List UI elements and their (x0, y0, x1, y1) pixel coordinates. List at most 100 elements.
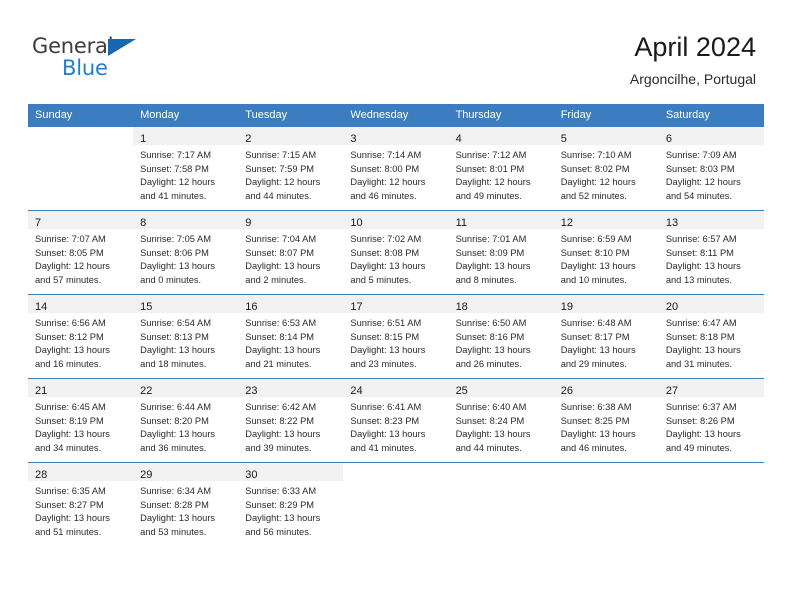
calendar-day-cell[interactable]: 3 Sunrise: 7:14 AM Sunset: 8:00 PM Daylight… (343, 126, 449, 211)
day-detail-line: Daylight: 13 hours (140, 345, 216, 355)
calendar-day-cell[interactable]: 12 Sunrise: 6:59 AM Sunset: 8:10 PM Dayligh… (553, 210, 659, 295)
day-number-band: 3 (343, 127, 449, 145)
day-cell-inner: 21 Sunrise: 6:45 AM Sunset: 8:19 PM Dayligh… (28, 379, 134, 462)
day-cell-inner (658, 463, 764, 546)
calendar-day-cell[interactable]: 9 Sunrise: 7:04 AM Sunset: 8:07 PM Daylight… (238, 210, 344, 295)
day-detail-line: and 31 minutes. (665, 358, 732, 369)
day-number-band: 25 (448, 379, 554, 397)
day-number: 8 (140, 217, 147, 229)
day-cell-inner (28, 127, 134, 210)
day-detail-line: Daylight: 12 hours (245, 177, 321, 187)
calendar-week-row: 28 Sunrise: 6:35 AM Sunset: 8:27 PM Dayligh… (28, 462, 764, 546)
day-cell-details: Sunrise: 7:02 AM Sunset: 8:08 PM Daylight:… (343, 229, 448, 287)
day-cell-details: Sunrise: 6:47 AM Sunset: 8:18 PM Daylight:… (659, 313, 764, 371)
day-cell-details: Sunrise: 7:07 AM Sunset: 8:05 PM Daylight:… (28, 229, 133, 287)
day-detail-line: Sunrise: 6:53 AM (245, 318, 317, 328)
calendar-day-cell[interactable]: 19 Sunrise: 6:48 AM Sunset: 8:17 PM Dayligh… (553, 294, 659, 379)
calendar-day-cell[interactable]: 25 Sunrise: 6:40 AM Sunset: 8:24 PM Dayligh… (448, 378, 554, 463)
page-title: April 2024 (634, 32, 756, 62)
day-detail-line: Sunset: 7:59 PM (245, 163, 315, 174)
day-detail-line: and 16 minutes. (35, 358, 102, 369)
calendar-day-cell[interactable]: 4 Sunrise: 7:12 AM Sunset: 8:01 PM Daylight… (448, 126, 554, 211)
calendar-day-cell[interactable]: 22 Sunrise: 6:44 AM Sunset: 8:20 PM Dayligh… (133, 378, 239, 463)
calendar-day-cell[interactable]: 6 Sunrise: 7:09 AM Sunset: 8:03 PM Daylight… (658, 126, 764, 211)
day-detail-line: and 44 minutes. (455, 442, 522, 453)
day-cell-inner: 4 Sunrise: 7:12 AM Sunset: 8:01 PM Daylight… (448, 127, 554, 210)
day-number-band (554, 463, 659, 481)
day-cell-inner: 12 Sunrise: 6:59 AM Sunset: 8:10 PM Dayligh… (553, 211, 659, 294)
day-cell-details: Sunrise: 7:14 AM Sunset: 8:00 PM Daylight:… (343, 145, 448, 203)
day-detail-line: and 54 minutes. (665, 190, 732, 201)
day-number: 2 (245, 133, 252, 145)
calendar-week-row: 7 Sunrise: 7:07 AM Sunset: 8:05 PM Daylight… (28, 210, 764, 295)
day-number: 1 (140, 133, 147, 145)
calendar-day-cell[interactable]: 11 Sunrise: 7:01 AM Sunset: 8:09 PM Dayligh… (448, 210, 554, 295)
day-cell-inner: 5 Sunrise: 7:10 AM Sunset: 8:02 PM Daylight… (553, 127, 659, 210)
day-detail-line: and 13 minutes. (665, 274, 732, 285)
day-cell-details: Sunrise: 6:57 AM Sunset: 8:11 PM Daylight:… (659, 229, 764, 287)
day-cell-details: Sunrise: 6:53 AM Sunset: 8:14 PM Daylight:… (238, 313, 343, 371)
day-detail-line: Sunrise: 7:09 AM (665, 150, 737, 160)
calendar-day-cell[interactable]: 7 Sunrise: 7:07 AM Sunset: 8:05 PM Daylight… (28, 210, 134, 295)
day-detail-line: and 53 minutes. (140, 526, 207, 537)
calendar-week-row: 14 Sunrise: 6:56 AM Sunset: 8:12 PM Dayligh… (28, 294, 764, 379)
day-cell-inner: 25 Sunrise: 6:40 AM Sunset: 8:24 PM Dayligh… (448, 379, 554, 462)
weekday-header-wednesday: Wednesday (343, 104, 449, 127)
day-detail-line: Sunset: 8:13 PM (140, 331, 209, 342)
day-number: 20 (665, 301, 679, 313)
calendar-day-cell[interactable]: 29 Sunrise: 6:34 AM Sunset: 8:28 PM Dayligh… (133, 462, 239, 546)
weekday-header-friday: Friday (553, 104, 659, 127)
calendar-day-cell[interactable]: 5 Sunrise: 7:10 AM Sunset: 8:02 PM Daylight… (553, 126, 659, 211)
day-cell-details: Sunrise: 7:05 AM Sunset: 8:06 PM Daylight:… (133, 229, 238, 287)
day-number-band: 14 (28, 295, 134, 313)
general-blue-logo[interactable]: General Blue (32, 34, 162, 82)
day-number-band: 4 (448, 127, 554, 145)
calendar-day-cell[interactable]: 2 Sunrise: 7:15 AM Sunset: 7:59 PM Daylight… (238, 126, 344, 211)
day-cell-inner: 3 Sunrise: 7:14 AM Sunset: 8:00 PM Daylight… (343, 127, 449, 210)
day-number-band: 2 (238, 127, 344, 145)
day-number-band: 11 (448, 211, 554, 229)
day-cell-details: Sunrise: 6:48 AM Sunset: 8:17 PM Daylight:… (554, 313, 659, 371)
day-cell-inner: 23 Sunrise: 6:42 AM Sunset: 8:22 PM Dayligh… (238, 379, 344, 462)
calendar-day-cell[interactable]: 14 Sunrise: 6:56 AM Sunset: 8:12 PM Dayligh… (28, 294, 134, 379)
day-cell-details: Sunrise: 6:59 AM Sunset: 8:10 PM Daylight:… (554, 229, 659, 287)
calendar-day-cell[interactable]: 27 Sunrise: 6:37 AM Sunset: 8:26 PM Dayligh… (658, 378, 764, 463)
day-cell-inner: 13 Sunrise: 6:57 AM Sunset: 8:11 PM Dayligh… (658, 211, 764, 294)
calendar-day-cell[interactable]: 16 Sunrise: 6:53 AM Sunset: 8:14 PM Dayligh… (238, 294, 344, 379)
day-detail-line: and 57 minutes. (35, 274, 102, 285)
day-number: 3 (350, 133, 357, 145)
calendar-day-cell[interactable]: 10 Sunrise: 7:02 AM Sunset: 8:08 PM Dayligh… (343, 210, 449, 295)
calendar-day-cell[interactable]: 1 Sunrise: 7:17 AM Sunset: 7:58 PM Daylight… (133, 126, 239, 211)
day-detail-line: Daylight: 13 hours (350, 345, 426, 355)
day-cell-inner: 8 Sunrise: 7:05 AM Sunset: 8:06 PM Daylight… (133, 211, 239, 294)
day-detail-line: Sunset: 8:23 PM (350, 415, 420, 426)
calendar-day-cell[interactable]: 24 Sunrise: 6:41 AM Sunset: 8:23 PM Dayligh… (343, 378, 449, 463)
day-cell-details: Sunrise: 6:33 AM Sunset: 8:29 PM Daylight:… (238, 481, 343, 539)
calendar-day-cell[interactable]: 30 Sunrise: 6:33 AM Sunset: 8:29 PM Dayligh… (238, 462, 344, 546)
calendar-day-cell[interactable]: 15 Sunrise: 6:54 AM Sunset: 8:13 PM Dayligh… (133, 294, 239, 379)
day-cell-details: Sunrise: 7:12 AM Sunset: 8:01 PM Daylight:… (449, 145, 554, 203)
calendar-day-cell[interactable]: 23 Sunrise: 6:42 AM Sunset: 8:22 PM Dayligh… (238, 378, 344, 463)
day-detail-line: Sunrise: 6:54 AM (140, 318, 211, 328)
day-number-band: 30 (238, 463, 344, 481)
day-number: 30 (245, 469, 258, 481)
day-number-band: 10 (343, 211, 449, 229)
calendar-day-cell[interactable]: 18 Sunrise: 6:50 AM Sunset: 8:16 PM Dayligh… (448, 294, 554, 379)
day-number-band (449, 463, 554, 481)
day-cell-details (554, 481, 659, 485)
day-cell-inner (448, 463, 554, 546)
day-detail-line: Sunrise: 7:07 AM (35, 234, 106, 244)
day-cell-inner: 29 Sunrise: 6:34 AM Sunset: 8:28 PM Dayligh… (133, 463, 239, 546)
calendar-day-cell[interactable]: 8 Sunrise: 7:05 AM Sunset: 8:06 PM Daylight… (133, 210, 239, 295)
day-detail-line: Sunset: 8:26 PM (665, 415, 735, 426)
day-detail-line: Daylight: 13 hours (35, 429, 110, 439)
calendar-day-cell[interactable]: 13 Sunrise: 6:57 AM Sunset: 8:11 PM Dayligh… (658, 210, 764, 295)
day-detail-line: and 2 minutes. (245, 274, 307, 285)
day-detail-line: and 5 minutes. (350, 274, 412, 285)
weekday-header-row: Sunday Monday Tuesday Wednesday Thursday Frid… (28, 104, 764, 127)
calendar-day-cell[interactable]: 26 Sunrise: 6:38 AM Sunset: 8:25 PM Dayligh… (553, 378, 659, 463)
calendar-day-cell[interactable]: 20 Sunrise: 6:47 AM Sunset: 8:18 PM Dayligh… (658, 294, 764, 379)
calendar-day-cell[interactable]: 21 Sunrise: 6:45 AM Sunset: 8:19 PM Dayligh… (28, 378, 134, 463)
calendar-day-cell[interactable]: 28 Sunrise: 6:35 AM Sunset: 8:27 PM Dayligh… (28, 462, 134, 546)
calendar-day-cell[interactable]: 17 Sunrise: 6:51 AM Sunset: 8:15 PM Dayligh… (343, 294, 449, 379)
